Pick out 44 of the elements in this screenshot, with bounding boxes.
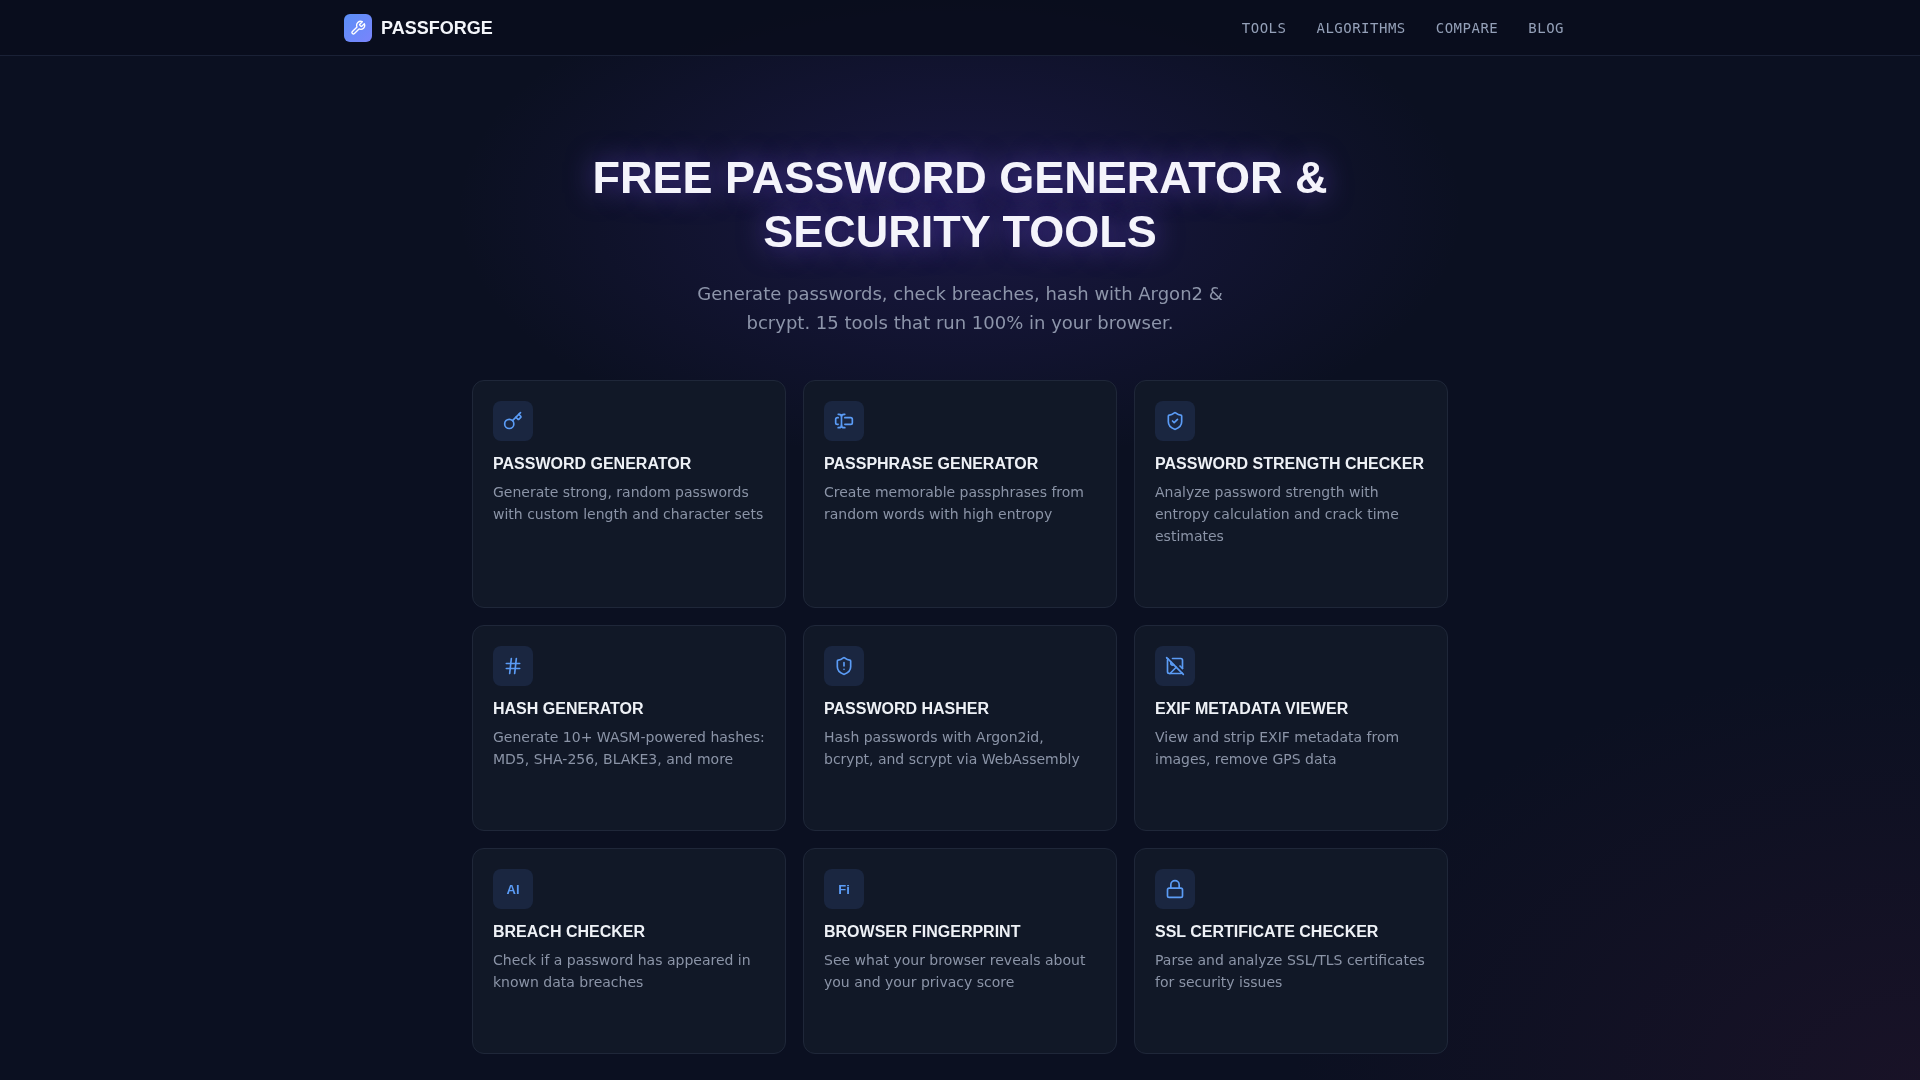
card-description: Hash passwords with Argon2id, bcrypt, and scrypt via WebAssembly xyxy=(824,728,1081,769)
nav-link[interactable]: COMPARE xyxy=(1423,12,1511,43)
nav-link[interactable]: ALGORITHMS xyxy=(1304,12,1418,43)
brand-link[interactable]: PASSFORGE xyxy=(344,13,493,42)
hero-subtitle: Generate passwords, check breaches, hash with Argon2 & bcrypt. 15 tools that run 100% in your browser. xyxy=(696,282,1224,335)
wrench-icon xyxy=(344,13,372,42)
shield-check-icon xyxy=(1155,401,1195,441)
hero-title: FREE PASSWORD GENERATOR & SECURITY TOOLS xyxy=(591,151,1329,259)
tool-card[interactable]: Al BREACH CHECKER Check if a password has appeared in known data breaches xyxy=(472,848,786,1054)
tool-card[interactable]: EXIF METADATA VIEWER View and strip EXIF metadata from images, remove GPS data xyxy=(1134,625,1448,831)
tool-card[interactable]: SSL CERTIFICATE CHECKER Parse and analyze SSL/TLS certificates for security issues xyxy=(1134,848,1448,1054)
tool-card[interactable]: Fi BROWSER FINGERPRINT See what your browser reveals about you and your privacy score xyxy=(803,848,1117,1054)
card-title: PASSPHRASE GENERATOR xyxy=(824,454,1039,474)
card-title: BROWSER FINGERPRINT xyxy=(824,922,1021,942)
tool-card[interactable]: PASSWORD GENERATOR Generate strong, random passwords with custom length and character sets xyxy=(472,380,786,608)
shield-exclamation-icon xyxy=(824,646,864,686)
nav-link[interactable]: BLOG xyxy=(1516,12,1576,43)
tool-card[interactable]: PASSPHRASE GENERATOR Create memorable passphrases from random words with high entropy xyxy=(803,380,1117,608)
card-title: EXIF METADATA VIEWER xyxy=(1155,699,1349,719)
card-title: SSL CERTIFICATE CHECKER xyxy=(1155,922,1379,942)
card-description: See what your browser reveals about you and your privacy score xyxy=(824,951,1087,992)
crossed-image-icon xyxy=(1155,646,1195,686)
text-cursor-icon xyxy=(824,401,864,441)
card-description: Generate strong, random passwords with custom length and character sets xyxy=(493,483,765,524)
tool-card[interactable]: HASH GENERATOR Generate 10+ WASM-powered hashes: MD5, SHA-256, BLAKE3, and more xyxy=(472,625,786,831)
card-title: BREACH CHECKER xyxy=(493,922,645,942)
tool-initials: Al xyxy=(493,869,533,909)
nav-link[interactable]: TOOLS xyxy=(1229,12,1299,43)
tool-card[interactable]: PASSWORD STRENGTH CHECKER Analyze password strength with entropy calculation and crack time estimates xyxy=(1134,380,1448,608)
card-description: View and strip EXIF metadata from images, remove GPS data xyxy=(1155,728,1401,769)
card-description: Create memorable passphrases from random words with high entropy xyxy=(824,483,1085,524)
card-title: PASSWORD HASHER xyxy=(824,699,990,719)
tool-initials: Fi xyxy=(824,869,864,909)
card-title: PASSWORD GENERATOR xyxy=(493,454,692,474)
lock-icon xyxy=(1155,869,1195,909)
tool-card[interactable]: PASSWORD HASHER Hash passwords with Argon2id, bcrypt, and scrypt via WebAssembly xyxy=(803,625,1117,831)
card-description: Generate 10+ WASM-powered hashes: MD5, SHA-256, BLAKE3, and more xyxy=(493,728,765,769)
card-description: Parse and analyze SSL/TLS certificates for security issues xyxy=(1155,951,1426,992)
key-icon xyxy=(493,401,533,441)
hash-icon xyxy=(493,646,533,686)
card-title: HASH GENERATOR xyxy=(493,699,644,719)
card-title: PASSWORD STRENGTH CHECKER xyxy=(1155,454,1425,474)
card-description: Analyze password strength with entropy calculation and crack time estimates xyxy=(1155,483,1400,546)
card-description: Check if a password has appeared in known data breaches xyxy=(493,951,752,992)
